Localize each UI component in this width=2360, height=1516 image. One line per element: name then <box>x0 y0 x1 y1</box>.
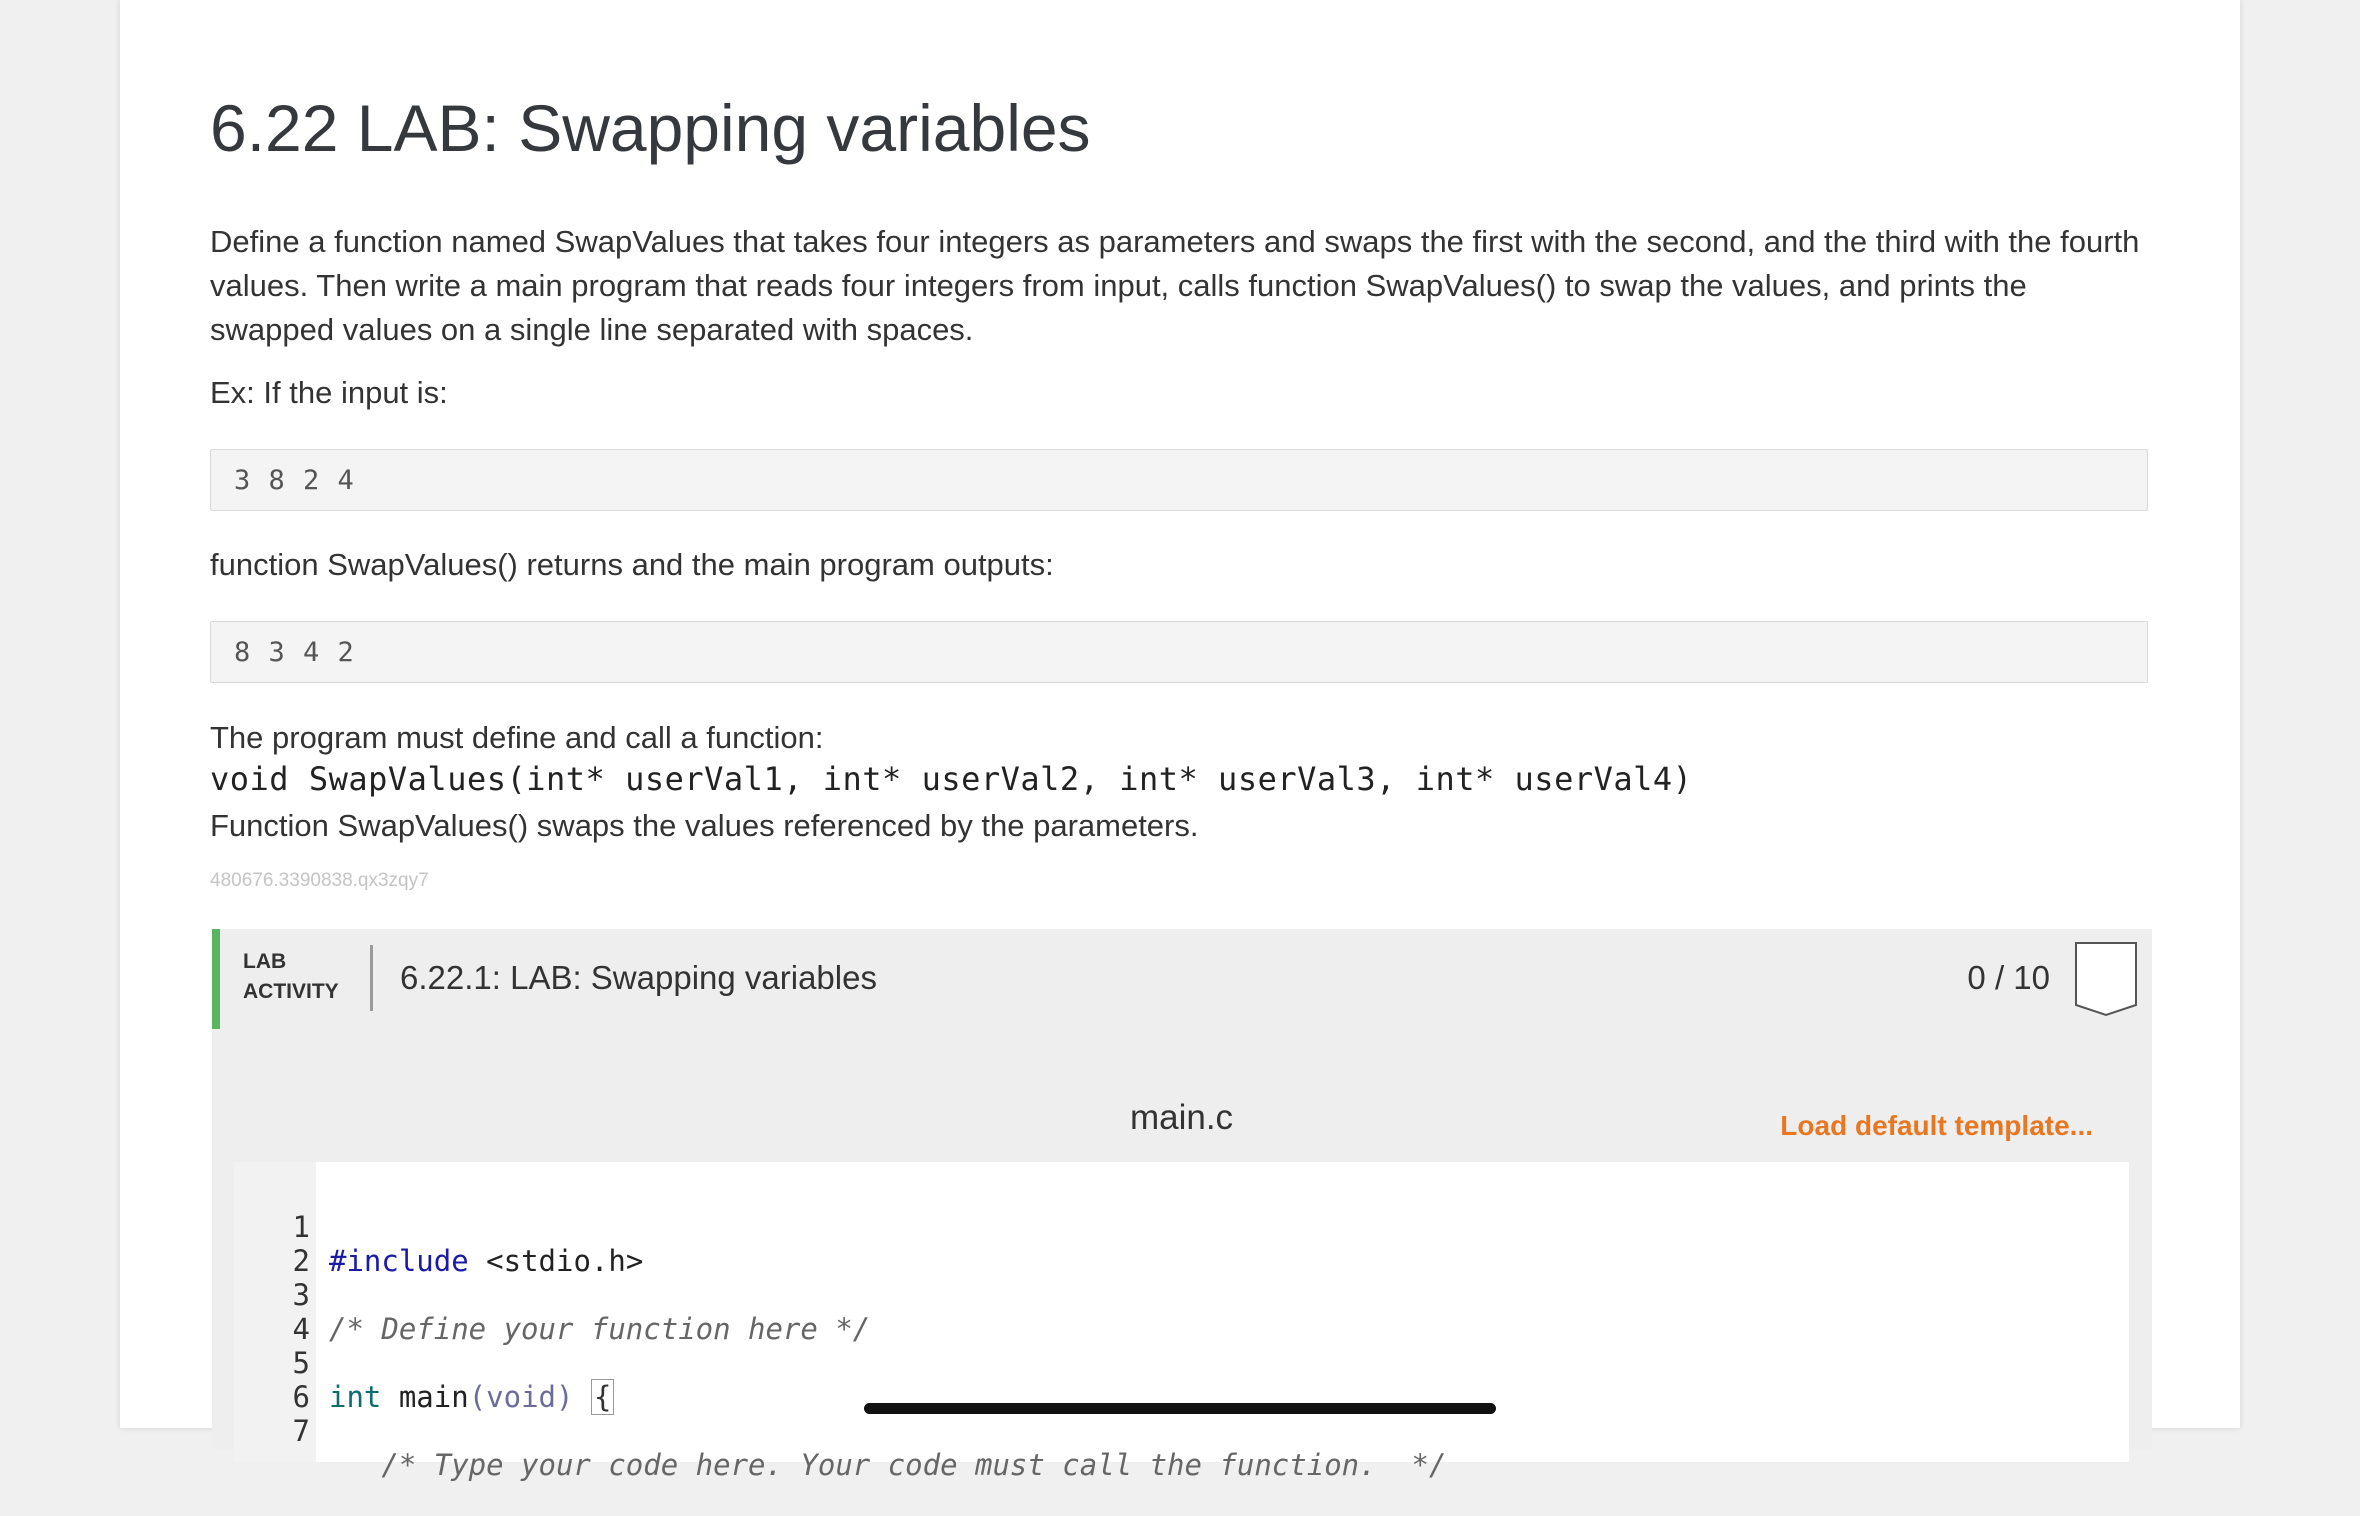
lab-title: 6.22.1: LAB: Swapping variables <box>400 959 877 996</box>
lab-tag-line1: LAB <box>243 950 287 973</box>
completion-badge-icon <box>2075 942 2137 1017</box>
requirement-note: Function SwapValues() swaps the values r… <box>210 808 1199 843</box>
redaction-scribble <box>864 1403 1496 1414</box>
example-output-box: 8 3 4 2 <box>210 621 2148 683</box>
content-id: 480676.3390838.qx3zqy7 <box>210 870 429 891</box>
code-comment: /* Type your code here. Your code must c… <box>329 1448 1447 1482</box>
lab-score: 0 / 10 <box>1967 959 2050 996</box>
load-default-template-button[interactable]: Load default template... <box>1780 1110 2093 1142</box>
description-text: Define a function named SwapValues that … <box>210 224 2140 347</box>
code-line[interactable]: 1 #include <stdio.h> <box>234 1176 2129 1278</box>
code-line[interactable]: 5 int main(void) { <box>234 1312 2129 1415</box>
lab-tag-line2: ACTIVITY <box>243 980 339 1003</box>
line-number: 7 <box>292 1414 310 1448</box>
example-input-box: 3 8 2 4 <box>210 449 2148 511</box>
requirement-intro: The program must define and call a funct… <box>210 720 824 755</box>
lab-activity-header: LAB ACTIVITY 6.22.1: LAB: Swapping varia… <box>212 929 2152 1029</box>
code-editor[interactable]: main.c Load default template... 1 #inclu… <box>234 1062 2129 1482</box>
code-line[interactable]: 6 <box>234 1346 2129 1414</box>
lab-activity-panel: LAB ACTIVITY 6.22.1: LAB: Swapping varia… <box>212 929 2152 1482</box>
example-intro: Ex: If the input is: <box>210 375 448 410</box>
page-title: 6.22 LAB: Swapping variables <box>210 91 1091 165</box>
code-line[interactable]: 3 /* Define your function here */ <box>234 1244 2129 1346</box>
lab-activity-tag: LAB ACTIVITY <box>243 947 339 1007</box>
code-line[interactable]: 2 <box>234 1210 2129 1278</box>
example-mid-text: function SwapValues() returns and the ma… <box>210 547 1054 582</box>
code-line[interactable]: 4 <box>234 1278 2129 1346</box>
function-signature: void SwapValues(int* userVal1, int* user… <box>210 760 1693 798</box>
header-divider <box>370 945 373 1011</box>
editor-header: main.c Load default template... <box>234 1062 2129 1162</box>
